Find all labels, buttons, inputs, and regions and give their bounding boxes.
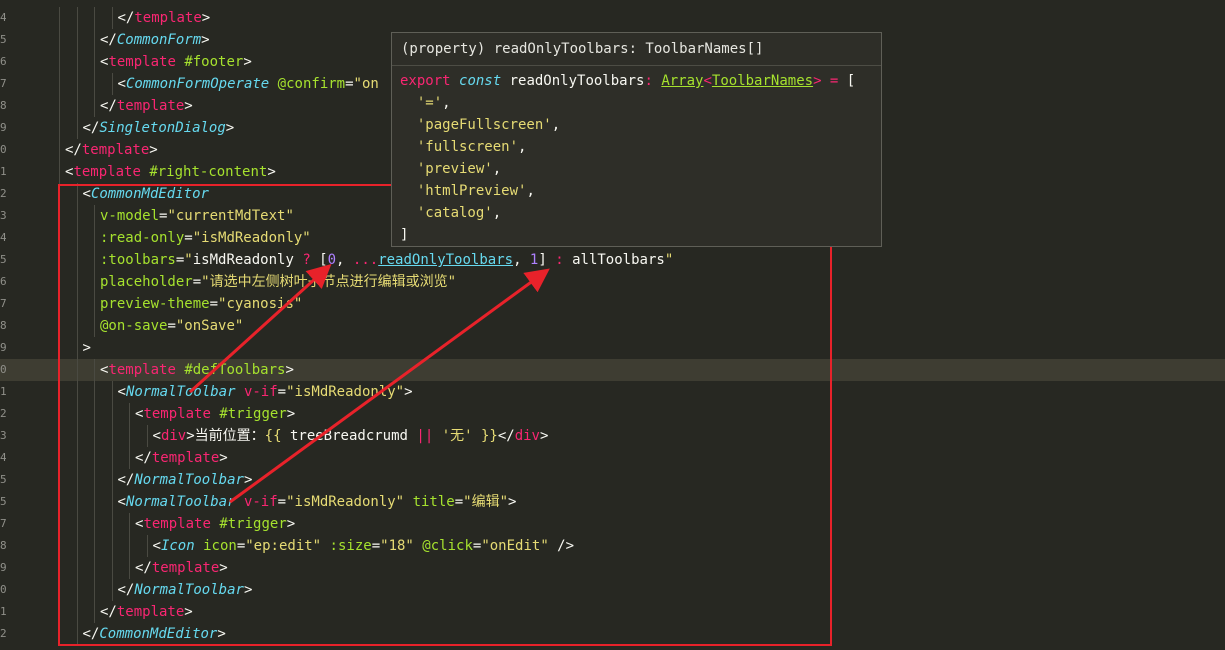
code-token: , xyxy=(492,205,502,221)
code-token: ToolbarNames xyxy=(711,73,814,89)
code-token: [ xyxy=(846,73,856,89)
code-token: 'preview' xyxy=(416,161,493,177)
code-token: , xyxy=(518,139,527,155)
code-token: 'catalog' xyxy=(416,205,493,221)
hover-code-line: ] xyxy=(400,224,408,246)
arrow-to-array-end xyxy=(229,268,550,504)
hover-signature: (property) readOnlyToolbars: ToolbarName… xyxy=(392,33,881,66)
hover-code-line: '=', xyxy=(400,92,451,114)
code-token: , xyxy=(551,117,561,133)
code-token: > = xyxy=(813,73,847,89)
code-token: 'pageFullscreen' xyxy=(416,117,552,133)
hover-code-line: export const readOnlyToolbars: Array<Too… xyxy=(400,70,855,92)
hover-code-line: 'preview', xyxy=(400,158,501,180)
hover-code-line: 'pageFullscreen', xyxy=(400,114,560,136)
hover-code-line: 'fullscreen', xyxy=(400,136,527,158)
code-token: const xyxy=(459,73,510,89)
hover-tooltip: (property) readOnlyToolbars: ToolbarName… xyxy=(391,32,882,247)
code-token: 'fullscreen' xyxy=(416,139,519,155)
code-token: , xyxy=(526,183,535,199)
arrow-to-array-start xyxy=(188,263,332,394)
code-token: readOnlyToolbars xyxy=(509,73,645,89)
code-token: < xyxy=(703,73,712,89)
code-token: : xyxy=(644,73,662,89)
code-token: export xyxy=(400,73,460,89)
code-token: ] xyxy=(400,227,409,243)
code-token: '=' xyxy=(416,95,443,111)
code-token: , xyxy=(492,161,502,177)
code-token: 'htmlPreview' xyxy=(416,183,527,199)
hover-code-line: 'catalog', xyxy=(400,202,501,224)
code-token: , xyxy=(442,95,451,111)
hover-code-line: 'htmlPreview', xyxy=(400,180,535,202)
code-token: Array xyxy=(661,73,704,89)
